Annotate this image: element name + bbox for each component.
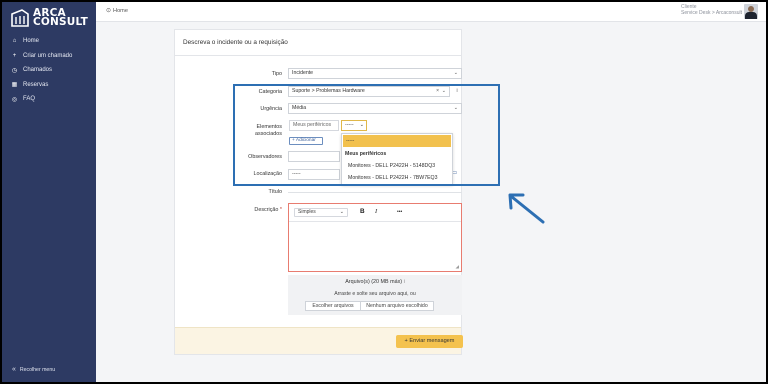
choose-files-button[interactable]: Escolher arquivos — [305, 301, 361, 311]
upload-label: Arquivo(s) (20 MB máx) i — [288, 279, 462, 285]
plus-icon: + — [12, 52, 17, 59]
chevron-down-icon: ⌄ — [453, 70, 458, 76]
sidebar-item-reservations[interactable]: ▦ Reservas — [2, 78, 96, 93]
sidebar-nav: ⌂ Home + Criar um chamado ◷ Chamados ▦ R… — [2, 34, 96, 107]
sidebar-item-label: Reservas — [23, 81, 49, 88]
sidebar-item-create-ticket[interactable]: + Criar um chamado — [2, 49, 96, 64]
sidebar-item-label: Chamados — [23, 67, 53, 74]
chevron-down-icon: ⌄ — [339, 209, 344, 215]
logo[interactable]: ARCA CONSULT — [8, 6, 94, 32]
double-chevron-left-icon: « — [12, 366, 16, 373]
format-select[interactable]: Simples ⌄ — [294, 208, 348, 217]
sidebar-item-label: Criar um chamado — [23, 52, 73, 59]
no-file-chosen-text: Nenhum arquivo escolhido — [361, 301, 434, 311]
bold-button[interactable]: B — [360, 208, 365, 215]
more-options-button[interactable]: ••• — [397, 209, 402, 215]
clock-icon: ◷ — [11, 67, 18, 74]
logo-line-2: CONSULT — [33, 16, 89, 28]
sidebar-item-tickets[interactable]: ◷ Chamados — [2, 63, 96, 78]
logo-mark-icon — [11, 9, 29, 27]
sidebar-item-label: FAQ — [23, 96, 36, 103]
avatar-body — [745, 12, 757, 19]
info-icon: i — [403, 279, 405, 285]
file-upload-area[interactable]: Arquivo(s) (20 MB máx) i Arraste e solte… — [288, 275, 462, 315]
topbar: ⊙ Home Cliente Service Desk > Arcaconsul… — [96, 2, 766, 22]
sidebar-item-home[interactable]: ⌂ Home — [2, 34, 96, 49]
tipo-select[interactable]: Incidente ⌄ — [288, 68, 462, 79]
help-icon: ◎ — [11, 96, 18, 103]
collapse-menu-button[interactable]: « Recolher menu — [12, 366, 55, 373]
sidebar-item-faq[interactable]: ◎ FAQ — [2, 92, 96, 107]
card-header: Descreva o incidente ou a requisição — [175, 30, 461, 56]
resize-handle-icon[interactable]: ◢ — [456, 264, 459, 270]
home-circle-icon: ⊙ — [106, 8, 112, 14]
avatar[interactable] — [744, 4, 758, 19]
tipo-value: Incidente — [292, 70, 314, 76]
annotation-arrow-icon — [508, 193, 545, 224]
home-icon: ⌂ — [12, 38, 17, 45]
format-value: Simples — [298, 209, 316, 215]
user-info[interactable]: Cliente Service Desk > Arcaconsult — [681, 4, 742, 16]
descricao-label: Descrição * — [174, 207, 282, 214]
editor-toolbar: Simples ⌄ B I ••• — [289, 204, 461, 222]
italic-button[interactable]: I — [375, 208, 377, 215]
title-input[interactable] — [288, 192, 462, 193]
sidebar-item-label: Home — [23, 38, 40, 45]
form-title: Descreva o incidente ou a requisição — [183, 39, 288, 46]
user-entity: Service Desk > Arcaconsult — [681, 10, 742, 16]
upload-drag-text: Arraste e solte seu arquivo aqui, ou — [334, 291, 416, 297]
logo-text: ARCA CONSULT — [33, 8, 89, 28]
descricao-label-text: Descrição — [254, 207, 279, 213]
highlight-box — [233, 84, 500, 186]
breadcrumb[interactable]: ⊙ Home — [106, 7, 128, 15]
description-editor[interactable]: Simples ⌄ B I ••• ◢ — [288, 203, 462, 272]
collapse-menu-label: Recolher menu — [19, 366, 56, 373]
required-mark: * — [279, 207, 282, 213]
sidebar: ARCA CONSULT ⌂ Home + Criar um chamado ◷… — [2, 2, 96, 382]
titulo-label: Título — [268, 189, 282, 195]
tipo-label: Tipo — [271, 71, 282, 77]
breadcrumb-home: Home — [113, 7, 128, 14]
upload-label-text: Arquivo(s) (20 MB máx) — [345, 279, 403, 285]
send-message-button[interactable]: + Enviar mensagem — [396, 335, 463, 348]
calendar-icon: ▦ — [11, 82, 18, 89]
